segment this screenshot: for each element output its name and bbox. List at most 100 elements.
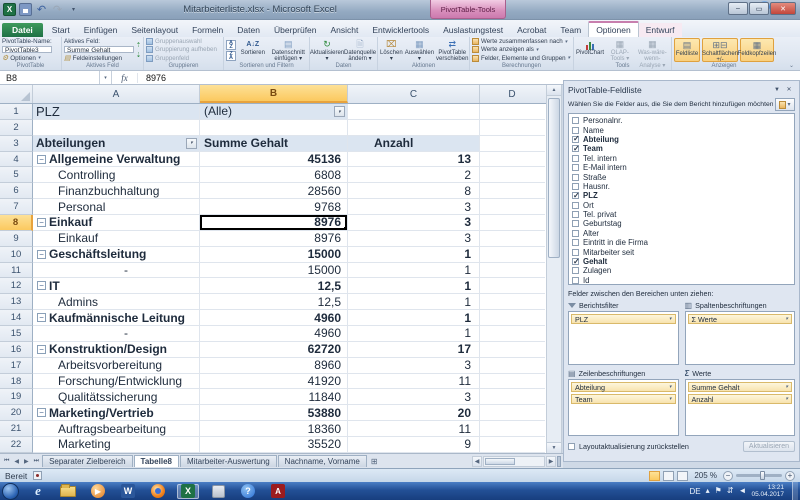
field-checkbox[interactable] (572, 277, 579, 284)
ribbon-tab[interactable]: Team (553, 23, 588, 37)
row-header[interactable]: 21 (0, 421, 33, 437)
row-header[interactable]: 2 (0, 120, 33, 136)
start-button[interactable] (2, 483, 19, 500)
taskbar-notes-icon[interactable] (207, 484, 229, 499)
cell-d[interactable] (480, 167, 545, 183)
cell-c[interactable]: 1 (348, 278, 480, 294)
cell-c[interactable]: 3 (348, 389, 480, 405)
field-checkbox[interactable] (572, 136, 579, 143)
move-pivottable-button[interactable]: ⇄ PivotTable verschieben (436, 38, 468, 62)
cell-b[interactable]: 8976▾ (200, 215, 348, 231)
cell-c[interactable]: 3 (348, 358, 480, 374)
row-header[interactable]: 20 (0, 405, 33, 421)
cell-c[interactable]: 11 (348, 421, 480, 437)
cell-a[interactable]: Auftragsbearbeitung▾ (33, 421, 200, 437)
row-header[interactable]: 5 (0, 167, 33, 183)
field-checkbox[interactable] (572, 211, 579, 218)
ribbon-tab[interactable]: Seitenlayout (124, 23, 185, 37)
field-item[interactable]: Mitarbeiter seit (572, 247, 791, 256)
cell-c[interactable] (348, 120, 480, 136)
row-header[interactable]: 16 (0, 342, 33, 358)
row-header[interactable]: 19 (0, 389, 33, 405)
field-checkbox[interactable] (572, 202, 579, 209)
zoom-out-icon[interactable]: − (723, 471, 733, 481)
collapse-icon[interactable] (37, 345, 46, 354)
cell-b[interactable]: 53880▾ (200, 405, 348, 421)
horizontal-scroll-thumb[interactable] (485, 458, 515, 465)
cell-b[interactable]: 18360▾ (200, 421, 348, 437)
tray-expand-icon[interactable]: ▴ (706, 487, 710, 495)
row-header[interactable]: 15 (0, 326, 33, 342)
field-item[interactable]: Geburtstag (572, 219, 791, 228)
what-if-button[interactable]: ▦ Was-wäre-wenn-Analyse ▾ (636, 38, 669, 62)
network-icon[interactable]: ⇵ (727, 487, 734, 495)
ribbon-tab[interactable]: Entwurf (639, 23, 682, 37)
collapse-icon[interactable] (37, 408, 46, 417)
field-checkbox[interactable] (572, 220, 579, 227)
cell-d[interactable] (480, 342, 545, 358)
cell-d[interactable] (480, 231, 545, 247)
row-header[interactable]: 11 (0, 263, 33, 279)
cell-d[interactable] (480, 294, 545, 310)
macro-record-icon[interactable] (33, 471, 42, 480)
row-header[interactable]: 3 (0, 136, 33, 152)
field-item[interactable]: Straße (572, 172, 791, 181)
maximize-button[interactable]: ▭ (749, 2, 769, 15)
cell-a[interactable]: -▾ (33, 326, 200, 342)
row-labels-area[interactable]: Abteilung▾Team▾ (568, 379, 679, 436)
zoom-in-icon[interactable]: + (785, 471, 795, 481)
values-area[interactable]: Summe Gehalt▾Anzahl▾ (685, 379, 796, 436)
cell-b[interactable]: 9768▾ (200, 199, 348, 215)
cell-a[interactable]: Personal▾ (33, 199, 200, 215)
field-checkbox[interactable] (572, 164, 579, 171)
ribbon-tab[interactable]: Entwicklertools (365, 23, 436, 37)
cell-d[interactable] (480, 152, 545, 168)
field-item[interactable]: Id (572, 276, 791, 285)
cell-d[interactable] (480, 358, 545, 374)
field-checkbox[interactable] (572, 192, 579, 199)
row-header[interactable]: 9 (0, 231, 33, 247)
cell-c[interactable]: 1 (348, 247, 480, 263)
prev-sheet-icon[interactable]: ◀ (12, 458, 21, 465)
tab-splitter-handle[interactable] (557, 456, 561, 467)
cell-a[interactable]: Einkauf▾ (33, 215, 200, 231)
hscroll-right-icon[interactable]: ▶ (546, 456, 556, 467)
taskbar-excel-icon[interactable]: X (177, 484, 199, 499)
row-header[interactable]: 10 (0, 247, 33, 263)
cell-a[interactable]: Allgemeine Verwaltung▾ (33, 152, 200, 168)
taskbar-explorer-icon[interactable] (57, 484, 79, 499)
cell-b[interactable]: 15000▾ (200, 263, 348, 279)
first-sheet-icon[interactable]: ⏮ (2, 458, 11, 465)
cell-a[interactable]: PLZ▾ (33, 104, 200, 120)
field-headers-toggle[interactable]: ▦ Feldkopfzeilen (740, 38, 774, 62)
action-center-icon[interactable]: ⚑ (715, 487, 722, 495)
cell-a[interactable]: Geschäftsleitung▾ (33, 247, 200, 263)
defer-layout-checkbox[interactable] (568, 443, 575, 450)
taskbar-help-icon[interactable]: ? (237, 484, 259, 499)
field-checkbox[interactable] (572, 145, 579, 152)
ribbon-tab[interactable]: Acrobat (510, 23, 553, 37)
show-desktop-button[interactable] (792, 482, 798, 500)
cell-c[interactable] (348, 104, 480, 120)
cell-c[interactable]: 2 (348, 167, 480, 183)
insert-worksheet-icon[interactable]: ⊞ (368, 457, 381, 466)
collapse-icon[interactable] (37, 218, 46, 227)
area-field-chip[interactable]: Anzahl▾ (688, 394, 793, 404)
cell-d[interactable] (480, 215, 545, 231)
olap-tools-button[interactable]: ▦ OLAP-Tools ▾ (606, 38, 634, 62)
horizontal-scrollbar[interactable] (483, 456, 545, 467)
cell-d[interactable] (480, 405, 545, 421)
ribbon-tab[interactable]: Ansicht (324, 23, 366, 37)
column-header[interactable]: B (200, 85, 348, 103)
zoom-slider-thumb[interactable] (760, 471, 765, 480)
group-menu-item[interactable]: Gruppenauswahl (146, 38, 217, 45)
column-header[interactable]: C (348, 85, 480, 103)
active-field-input[interactable]: Summe Gehalt (64, 46, 134, 53)
plus-minus-buttons-toggle[interactable]: ⊞⊟ Schaltflächen +/- (702, 38, 738, 62)
collapse-icon[interactable] (37, 313, 46, 322)
field-checkbox[interactable] (572, 117, 579, 124)
language-indicator[interactable]: DE (690, 487, 701, 496)
ribbon-tab[interactable]: Datei (2, 23, 43, 37)
cell-b[interactable]: 11840▾ (200, 389, 348, 405)
row-header[interactable]: 17 (0, 358, 33, 374)
